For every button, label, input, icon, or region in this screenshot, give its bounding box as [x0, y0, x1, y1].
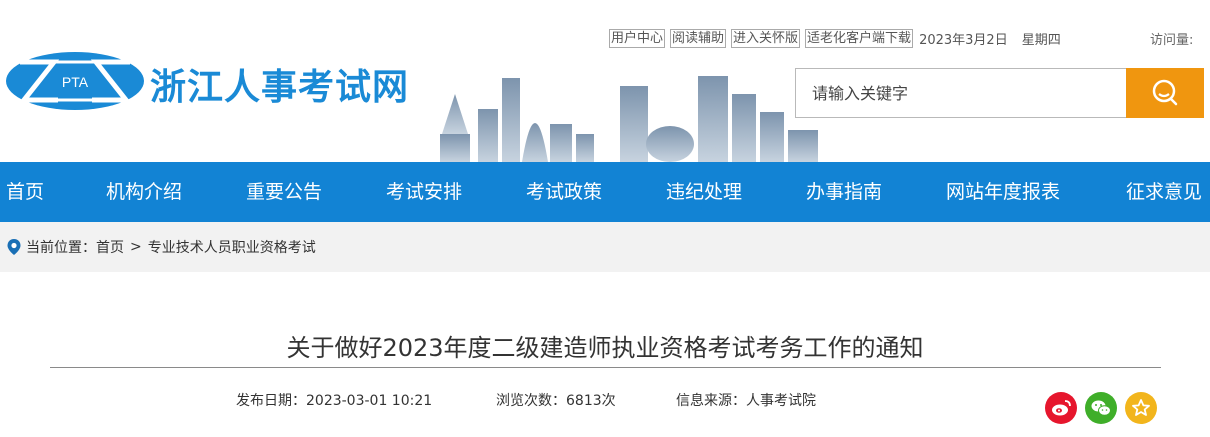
view-count-value: 6813次	[566, 393, 616, 409]
nav-item-service-guide[interactable]: 办事指南	[806, 162, 882, 222]
nav-item-exam-policy[interactable]: 考试政策	[526, 162, 602, 222]
search-button[interactable]	[1126, 68, 1204, 118]
location-pin-icon	[7, 239, 21, 255]
view-count: 浏览次数：6813次	[496, 390, 616, 410]
top-links-bar: 用户中心 阅读辅助 进入关怀版 适老化客户端下载 2023年3月2日 星期四	[609, 27, 1061, 49]
nav-item-announcements[interactable]: 重要公告	[246, 162, 322, 222]
search-box	[795, 68, 1127, 118]
weibo-icon	[1052, 400, 1071, 416]
breadcrumb-bar: 当前位置： 首页 > 专业技术人员职业资格考试	[0, 222, 1210, 272]
current-date: 2023年3月2日	[919, 32, 1008, 48]
breadcrumb: 当前位置： 首页 > 专业技术人员职业资格考试	[6, 222, 316, 272]
city-skyline-illustration	[440, 76, 818, 162]
info-source: 信息来源：人事考试院	[676, 390, 816, 410]
publish-date-label: 发布日期：	[236, 393, 306, 409]
info-source-label: 信息来源：	[676, 393, 746, 409]
breadcrumb-label: 当前位置：	[26, 240, 96, 256]
share-weibo-button[interactable]	[1045, 392, 1077, 424]
add-favorite-button[interactable]	[1125, 392, 1157, 424]
nav-item-violations[interactable]: 违纪处理	[666, 162, 742, 222]
site-header: PTA 浙江人事考试网 用户中心 阅读辅助 进入关怀版 适老化客户端下载 202…	[0, 0, 1210, 162]
nav-item-exam-schedule[interactable]: 考试安排	[386, 162, 462, 222]
view-count-label: 浏览次数：	[496, 393, 566, 409]
nav-item-home[interactable]: 首页	[6, 162, 44, 222]
elderly-client-download-link[interactable]: 适老化客户端下载	[805, 28, 914, 48]
favorite-star-icon	[1132, 399, 1150, 416]
logo-emblem-icon: PTA	[18, 59, 132, 103]
nav-item-feedback[interactable]: 征求意见	[1126, 162, 1202, 222]
title-divider	[50, 367, 1161, 368]
article-title: 关于做好2023年度二级建造师执业资格考试考务工作的通知	[286, 334, 924, 362]
publish-date-value: 2023-03-01 10:21	[306, 393, 433, 409]
logo-text: PTA	[62, 74, 89, 90]
breadcrumb-home-link[interactable]: 首页	[96, 237, 124, 257]
nav-item-annual-report[interactable]: 网站年度报表	[946, 162, 1060, 222]
breadcrumb-separator: >	[130, 239, 142, 255]
visit-counter-label: 访问量:	[1150, 33, 1194, 48]
current-weekday: 星期四	[1021, 32, 1061, 48]
search-icon	[1152, 79, 1178, 106]
main-nav: 首页 机构介绍 重要公告 考试安排 考试政策 违纪处理 办事指南 网站年度报表 …	[0, 162, 1210, 222]
care-version-link[interactable]: 进入关怀版	[731, 28, 801, 48]
share-wechat-button[interactable]	[1085, 392, 1117, 424]
nav-item-about[interactable]: 机构介绍	[106, 162, 182, 222]
wechat-icon	[1091, 400, 1111, 416]
reading-aid-link[interactable]: 阅读辅助	[670, 28, 727, 48]
info-source-value: 人事考试院	[746, 393, 816, 409]
site-name[interactable]: 浙江人事考试网	[150, 58, 409, 110]
breadcrumb-current-link[interactable]: 专业技术人员职业资格考试	[148, 237, 316, 257]
publish-date: 发布日期：2023-03-01 10:21	[236, 390, 432, 410]
search-input[interactable]	[796, 69, 1127, 117]
user-center-link[interactable]: 用户中心	[609, 28, 666, 48]
